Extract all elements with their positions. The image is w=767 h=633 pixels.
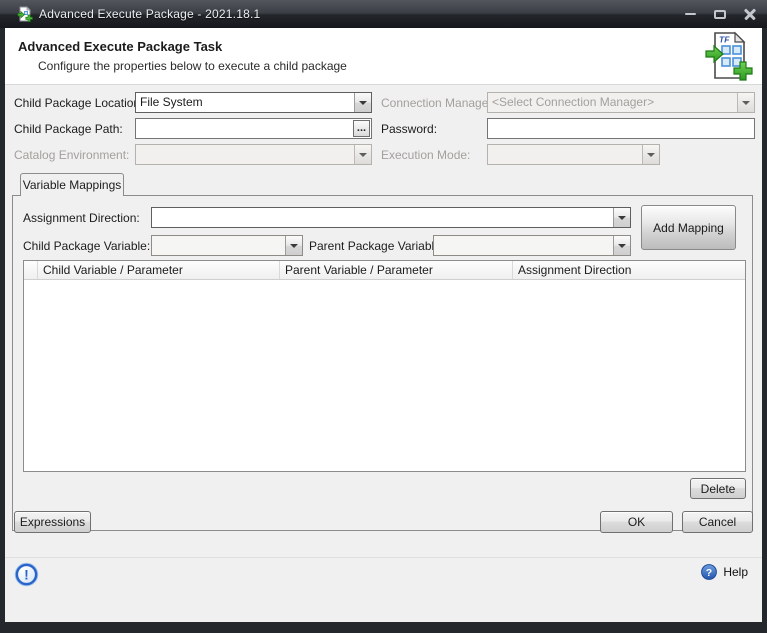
child-package-location-label: Child Package Location: (14, 96, 143, 110)
footer-divider (5, 557, 762, 558)
child-package-path-input[interactable] (136, 119, 353, 138)
info-icon: ! (14, 562, 39, 587)
help-glyph: ? (706, 567, 712, 579)
delete-label: Delete (701, 482, 736, 496)
help-icon[interactable]: ? (701, 564, 717, 580)
parent-package-variable-label: Parent Package Variable: (309, 239, 444, 253)
header-banner: Advanced Execute Package Task Configure … (5, 28, 762, 85)
child-package-variable-select[interactable] (151, 235, 303, 256)
add-mapping-label: Add Mapping (653, 221, 724, 235)
window-title: Advanced Execute Package - 2021.18.1 (39, 7, 260, 21)
dialog-body: Advanced Execute Package Task Configure … (5, 28, 762, 622)
password-label: Password: (381, 122, 437, 136)
table-header-child-variable[interactable]: Child Variable / Parameter (38, 261, 280, 279)
help-label: Help (723, 565, 748, 579)
browse-button[interactable]: ... (353, 120, 370, 137)
child-package-path-label: Child Package Path: (14, 122, 123, 136)
cancel-label: Cancel (699, 515, 736, 529)
variable-mappings-panel: Assignment Direction: Add Mapping Child … (12, 195, 753, 531)
table-header-assignment-direction[interactable]: Assignment Direction (513, 261, 745, 279)
ok-label: OK (628, 515, 645, 529)
tf-logo-text: TF (719, 35, 730, 45)
chevron-down-icon[interactable] (613, 236, 630, 255)
connection-manager-value: <Select Connection Manager> (488, 93, 737, 112)
chevron-down-icon (642, 145, 659, 164)
page-subtitle: Configure the properties below to execut… (38, 59, 347, 73)
delete-button[interactable]: Delete (690, 478, 746, 499)
chevron-down-icon[interactable] (354, 93, 371, 112)
help-link[interactable]: ? Help (701, 564, 748, 580)
child-package-variable-label: Child Package Variable: (23, 239, 150, 253)
maximize-icon[interactable] (711, 5, 729, 23)
child-package-location-select[interactable]: File System (135, 92, 372, 113)
catalog-environment-select (135, 144, 372, 165)
task-factory-package-icon: TF (704, 31, 754, 81)
cancel-button[interactable]: Cancel (682, 511, 753, 533)
add-mapping-button[interactable]: Add Mapping (641, 205, 736, 250)
parent-package-variable-select[interactable] (433, 235, 631, 256)
parent-package-variable-value (434, 236, 613, 255)
table-header-parent-variable[interactable]: Parent Variable / Parameter (280, 261, 513, 279)
assignment-direction-value (152, 208, 613, 227)
password-field[interactable] (487, 118, 755, 139)
minimize-icon[interactable] (681, 5, 699, 23)
catalog-environment-value (136, 145, 354, 164)
child-package-location-value: File System (136, 93, 354, 112)
expressions-button[interactable]: Expressions (14, 511, 91, 533)
catalog-environment-label: Catalog Environment: (14, 148, 129, 162)
child-package-variable-value (152, 236, 285, 255)
assignment-direction-label: Assignment Direction: (23, 211, 140, 225)
table-header-gutter (24, 261, 38, 279)
execution-mode-select (487, 144, 660, 165)
child-package-path-field[interactable]: ... (135, 118, 372, 139)
chevron-down-icon[interactable] (613, 208, 630, 227)
connection-manager-select: <Select Connection Manager> (487, 92, 755, 113)
table-header-row: Child Variable / Parameter Parent Variab… (24, 261, 745, 280)
chevron-down-icon[interactable] (285, 236, 302, 255)
close-icon[interactable] (741, 5, 759, 23)
ok-button[interactable]: OK (600, 511, 673, 533)
info-glyph: ! (24, 567, 29, 583)
execution-mode-value (488, 145, 642, 164)
title-bar: Advanced Execute Package - 2021.18.1 (0, 0, 767, 28)
app-icon (17, 6, 33, 22)
page-title: Advanced Execute Package Task (18, 39, 222, 54)
expressions-label: Expressions (20, 515, 85, 529)
execution-mode-label: Execution Mode: (381, 148, 470, 162)
chevron-down-icon (354, 145, 371, 164)
tab-variable-mappings[interactable]: Variable Mappings (20, 173, 124, 196)
tab-label: Variable Mappings (23, 178, 122, 192)
assignment-direction-select[interactable] (151, 207, 631, 228)
dialog-window: Advanced Execute Package - 2021.18.1 Adv… (0, 0, 767, 633)
password-input[interactable] (488, 119, 754, 138)
table-body[interactable] (24, 280, 745, 472)
window-controls (681, 0, 759, 28)
connection-manager-label: Connection Manager: (381, 96, 496, 110)
chevron-down-icon (737, 93, 754, 112)
mappings-table[interactable]: Child Variable / Parameter Parent Variab… (23, 260, 746, 472)
